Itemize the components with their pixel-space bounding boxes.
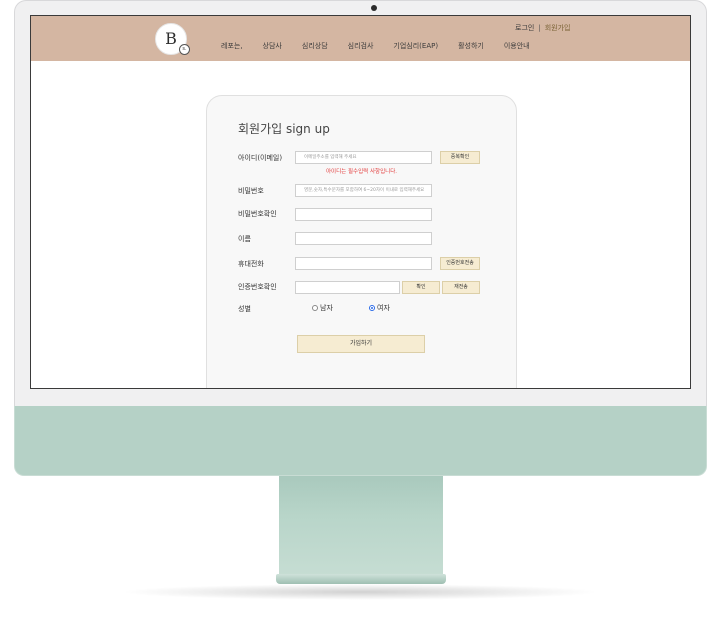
top-links-separator: | [538, 24, 541, 32]
password-label: 비밀번호 [238, 187, 264, 195]
stand-shadow [120, 584, 600, 600]
password-confirm-label: 비밀번호확인 [238, 210, 277, 218]
nav-item-guide[interactable]: 이용안내 [504, 41, 530, 51]
phone-input[interactable] [295, 257, 432, 270]
signup-link[interactable]: 회원가입 [545, 24, 571, 32]
id-check-button[interactable]: 중복확인 [440, 151, 480, 164]
camera-dot [371, 5, 377, 11]
gender-male-radio[interactable] [312, 305, 318, 311]
id-input[interactable]: 이메일주소를 입력해 주세요 [295, 151, 432, 164]
name-label: 이름 [238, 235, 251, 243]
monitor-chin [14, 406, 707, 476]
name-input[interactable] [295, 232, 432, 245]
screen: B s. 로그인 | 회원가입 레포는, 상담사 심리상담 심리검사 기업심리(EA… [30, 15, 691, 389]
signup-form-card: 회원가입 sign up 아이디(이메일) 이메일주소를 입력해 주세요 중복확… [206, 95, 517, 388]
monitor-stand [279, 476, 443, 576]
nav-item-eap[interactable]: 기업심리(EAP) [393, 41, 438, 51]
resend-code-button[interactable]: 재전송 [442, 281, 480, 294]
main-nav: 레포는, 상담사 심리상담 심리검사 기업심리(EAP) 활성하기 이용안내 [221, 41, 550, 51]
logo-badge: s. [179, 44, 190, 55]
nav-item-about[interactable]: 레포는, [221, 41, 243, 51]
page-title: 회원가입 sign up [238, 122, 330, 136]
gender-label: 성별 [238, 305, 251, 313]
password-input[interactable]: 영문,숫자,특수문자를 포함하여 6~20자이 이내로 입력해주세요 [295, 184, 432, 197]
signup-submit-button[interactable]: 가입하기 [297, 335, 425, 353]
nav-item-counselors[interactable]: 상담사 [263, 41, 282, 51]
gender-female-radio[interactable] [369, 305, 375, 311]
gender-male-option[interactable]: 남자 [312, 303, 333, 313]
gender-female-option[interactable]: 여자 [369, 303, 390, 313]
gender-male-label: 남자 [320, 304, 333, 312]
id-label: 아이디(이메일) [238, 154, 283, 162]
top-links: 로그인 | 회원가입 [515, 23, 570, 33]
code-confirm-button[interactable]: 확인 [402, 281, 440, 294]
code-label: 인증번호확인 [238, 283, 277, 291]
id-error-message: 아이디는 필수입력 사항입니다. [326, 169, 398, 175]
phone-label: 휴대전화 [238, 260, 264, 268]
send-code-button[interactable]: 인증번호전송 [440, 257, 480, 270]
gender-female-label: 여자 [377, 304, 390, 312]
password-confirm-input[interactable] [295, 208, 432, 221]
logo-icon: B [165, 29, 177, 48]
nav-item-activity[interactable]: 활성하기 [458, 41, 484, 51]
site-header: B s. 로그인 | 회원가입 레포는, 상담사 심리상담 심리검사 기업심리(EA… [31, 16, 690, 61]
site-logo[interactable]: B s. [155, 23, 190, 55]
monitor-stand-base [276, 574, 446, 584]
login-link[interactable]: 로그인 [515, 24, 534, 32]
code-input[interactable] [295, 281, 400, 294]
nav-item-tests[interactable]: 심리검사 [348, 41, 374, 51]
nav-item-counseling[interactable]: 심리상담 [302, 41, 328, 51]
